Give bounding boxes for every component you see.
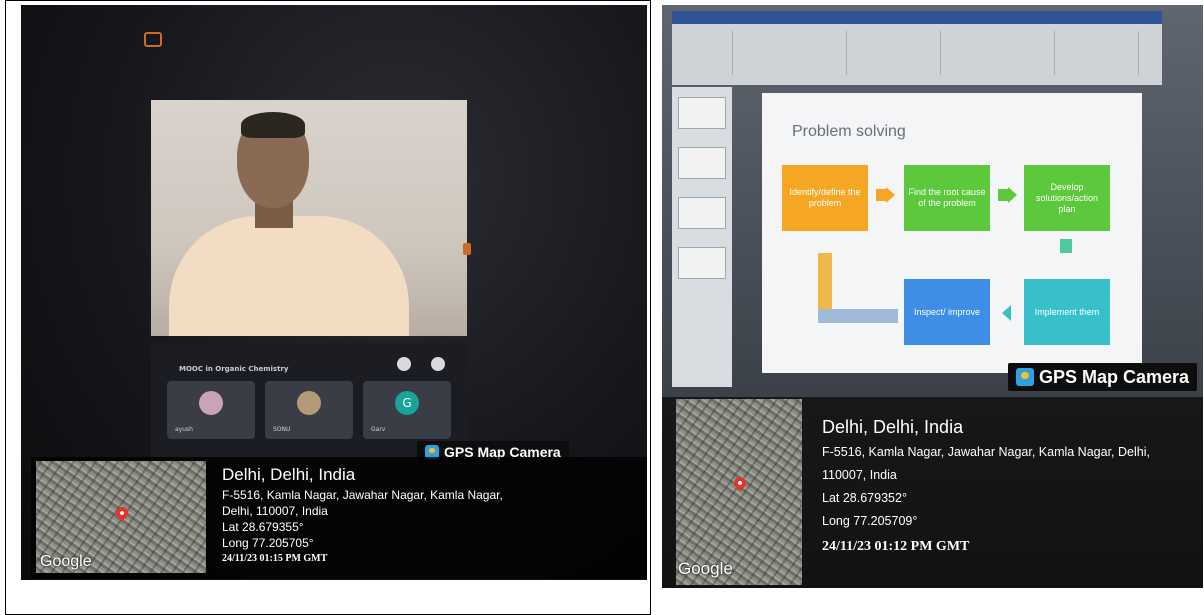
step-inspect: Inspect/ improve <box>904 279 990 345</box>
slide-thumbnails <box>672 87 732 387</box>
speaker-video-tile <box>151 100 467 336</box>
location-city: Delhi, Delhi, India <box>822 417 964 437</box>
gps-info-panel: Google Delhi, Delhi, India F-5516, Kamla… <box>662 397 1203 588</box>
google-logo: Google <box>40 553 92 570</box>
arrow-right-icon <box>998 189 1008 201</box>
slide-thumbnail[interactable] <box>678 147 726 179</box>
longitude: Long 77.205705° <box>222 536 314 550</box>
google-logo: Google <box>678 559 733 578</box>
avatar: G <box>395 391 419 415</box>
gps-map-camera-icon <box>1016 368 1034 386</box>
participant-tile[interactable]: G Garv <box>363 381 451 439</box>
address-line-2: 110007, India <box>822 468 897 482</box>
ribbon-group-clipboard <box>676 31 733 75</box>
address-line-2: Delhi, 110007, India <box>222 504 328 518</box>
step-root-cause: Find the root cause of the problem <box>904 165 990 231</box>
camera-indicator-icon <box>144 32 162 47</box>
course-title: MOOC in Organic Chemistry <box>179 365 289 373</box>
arrow-right-icon <box>886 187 895 203</box>
map-thumbnail: Google <box>676 399 802 585</box>
slide-canvas: Problem solving Identify/define the prob… <box>762 93 1142 373</box>
ribbon-group-font <box>736 31 847 75</box>
step-identify: Identify/define the problem <box>782 165 868 231</box>
arrow-right-icon <box>1008 187 1017 203</box>
timestamp: 24/11/23 01:12 PM GMT <box>822 539 970 554</box>
slide-thumbnail[interactable] <box>678 97 726 129</box>
gps-info-panel: Google Delhi, Delhi, India F-5516, Kamla… <box>31 457 647 579</box>
slide-title: Problem solving <box>792 123 906 140</box>
ribbon-group-drawing <box>944 31 1055 75</box>
speaker-hair <box>241 112 305 138</box>
map-thumbnail: Google <box>36 461 206 573</box>
location-pin-icon <box>731 474 749 492</box>
timestamp: 24/11/23 01:15 PM GMT <box>222 553 328 564</box>
participant-name: ayush <box>175 426 193 433</box>
address-line-1: F-5516, Kamla Nagar, Jawahar Nagar, Kaml… <box>822 445 1150 459</box>
arrow-down-icon <box>1060 239 1072 253</box>
location-city: Delhi, Delhi, India <box>222 465 356 484</box>
location-pin-icon <box>113 504 131 522</box>
latitude: Lat 28.679355° <box>222 520 304 534</box>
left-photo: MOOC in Organic Chemistry ayush SONU G G… <box>21 5 647 580</box>
powerpoint-ribbon <box>672 11 1162 85</box>
slide-thumbnail[interactable] <box>678 247 726 279</box>
right-photo: Problem solving Identify/define the prob… <box>662 5 1203 588</box>
avatar <box>199 391 223 415</box>
fullscreen-button[interactable] <box>431 357 445 371</box>
participant-tile[interactable]: SONU <box>265 381 353 439</box>
participant-tile[interactable]: ayush <box>167 381 255 439</box>
step-implement: Implement them <box>1024 279 1110 345</box>
arrow-up-loop-icon <box>818 309 898 323</box>
layout-button[interactable] <box>397 357 411 371</box>
ribbon-group-paragraph <box>850 31 941 75</box>
gps-badge-label: GPS Map Camera <box>1039 366 1190 387</box>
gps-badge: GPS Map Camera <box>1008 363 1198 391</box>
slide-thumbnail[interactable] <box>678 197 726 229</box>
address-line-1: F-5516, Kamla Nagar, Jawahar Nagar, Kaml… <box>222 488 503 502</box>
arrow-right-icon <box>876 189 886 201</box>
arrow-left-icon <box>1002 305 1011 321</box>
longitude: Long 77.205709° <box>822 514 918 528</box>
avatar <box>297 391 321 415</box>
step-develop: Develop solutions/action plan <box>1024 165 1110 231</box>
participant-name: Garv <box>371 426 386 433</box>
participant-name: SONU <box>273 426 291 433</box>
side-handle-icon[interactable] <box>463 243 471 255</box>
ribbon-group-editing <box>1058 31 1139 75</box>
speaker-shirt <box>169 216 409 336</box>
ribbon-tabs <box>672 11 1162 24</box>
latitude: Lat 28.679352° <box>822 491 907 505</box>
